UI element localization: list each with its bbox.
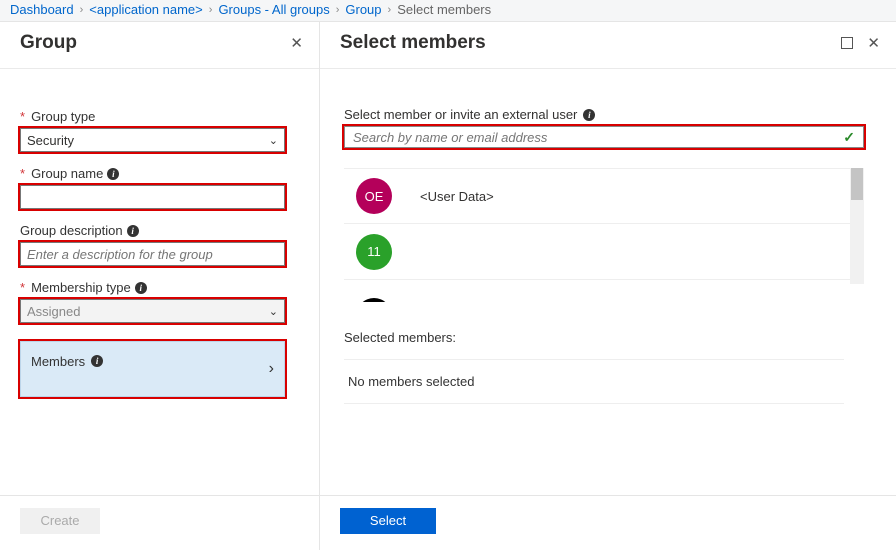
select-members-footer: Select: [320, 495, 896, 550]
breadcrumb-groups-all[interactable]: Groups - All groups: [218, 2, 329, 17]
chevron-right-icon: ›: [209, 4, 213, 16]
chevron-right-icon: ›: [269, 360, 274, 378]
select-button[interactable]: Select: [340, 508, 436, 534]
chevron-down-icon: ⌄: [269, 134, 278, 147]
chevron-down-icon: ⌄: [269, 305, 278, 318]
group-type-select[interactable]: Security ⌄: [20, 128, 285, 152]
maximize-icon[interactable]: [841, 37, 853, 49]
members-tile[interactable]: Members i ›: [20, 341, 285, 397]
member-row[interactable]: OE <User Data>: [344, 168, 864, 224]
checkmark-icon: ✓: [843, 129, 855, 146]
select-members-title: Select members: [340, 32, 486, 54]
search-placeholder: Search by name or email address: [353, 130, 547, 145]
breadcrumb-current: Select members: [397, 2, 491, 17]
scrollbar[interactable]: [850, 168, 864, 284]
group-panel-header: Group ✕: [0, 22, 319, 69]
search-label: Select member or invite an external user…: [344, 107, 872, 122]
member-row[interactable]: [344, 280, 864, 302]
group-description-label: Group description i: [20, 223, 299, 238]
chevron-right-icon: ›: [336, 4, 340, 16]
avatar: OE: [356, 178, 392, 214]
group-panel: Group ✕ * Group type Security ⌄ * Group …: [0, 22, 320, 550]
chevron-right-icon: ›: [388, 4, 392, 16]
close-icon[interactable]: ✕: [867, 36, 880, 51]
create-button: Create: [20, 508, 100, 534]
selected-members-label: Selected members:: [344, 330, 872, 345]
group-description-placeholder: Enter a description for the group: [27, 247, 213, 262]
avatar: [356, 298, 392, 302]
info-icon[interactable]: i: [127, 225, 139, 237]
no-members-selected: No members selected: [344, 359, 844, 404]
membership-type-select[interactable]: Assigned ⌄: [20, 299, 285, 323]
breadcrumb-app-name[interactable]: <application name>: [89, 2, 202, 17]
breadcrumb-dashboard[interactable]: Dashboard: [10, 2, 74, 17]
breadcrumb-group[interactable]: Group: [345, 2, 381, 17]
group-name-label: * Group name i: [20, 166, 299, 181]
info-icon[interactable]: i: [135, 282, 147, 294]
group-panel-footer: Create: [0, 495, 319, 550]
required-asterisk: *: [20, 280, 25, 295]
group-name-input[interactable]: [20, 185, 285, 209]
scrollbar-thumb[interactable]: [851, 168, 863, 200]
members-tile-label: Members: [31, 354, 85, 369]
info-icon[interactable]: i: [107, 168, 119, 180]
info-icon: i: [91, 355, 103, 367]
required-asterisk: *: [20, 166, 25, 181]
avatar: 11: [356, 234, 392, 270]
chevron-right-icon: ›: [80, 4, 84, 16]
member-name: <User Data>: [420, 189, 494, 204]
close-icon[interactable]: ✕: [290, 36, 303, 51]
membership-type-value: Assigned: [27, 304, 80, 319]
group-panel-body: * Group type Security ⌄ * Group name i G…: [0, 69, 319, 495]
breadcrumb: Dashboard › <application name> › Groups …: [0, 0, 896, 22]
member-row[interactable]: 11: [344, 224, 864, 280]
member-list: OE <User Data> 11: [344, 168, 864, 302]
group-type-label: * Group type: [20, 109, 299, 124]
select-members-panel: Select members ✕ Select member or invite…: [320, 22, 896, 550]
select-members-header: Select members ✕: [320, 22, 896, 69]
group-type-value: Security: [27, 133, 74, 148]
member-search-input[interactable]: Search by name or email address ✓: [344, 126, 864, 148]
required-asterisk: *: [20, 109, 25, 124]
group-panel-title: Group: [20, 32, 77, 54]
select-members-body: Select member or invite an external user…: [320, 69, 896, 495]
membership-type-label: * Membership type i: [20, 280, 299, 295]
group-description-input[interactable]: Enter a description for the group: [20, 242, 285, 266]
info-icon[interactable]: i: [583, 109, 595, 121]
